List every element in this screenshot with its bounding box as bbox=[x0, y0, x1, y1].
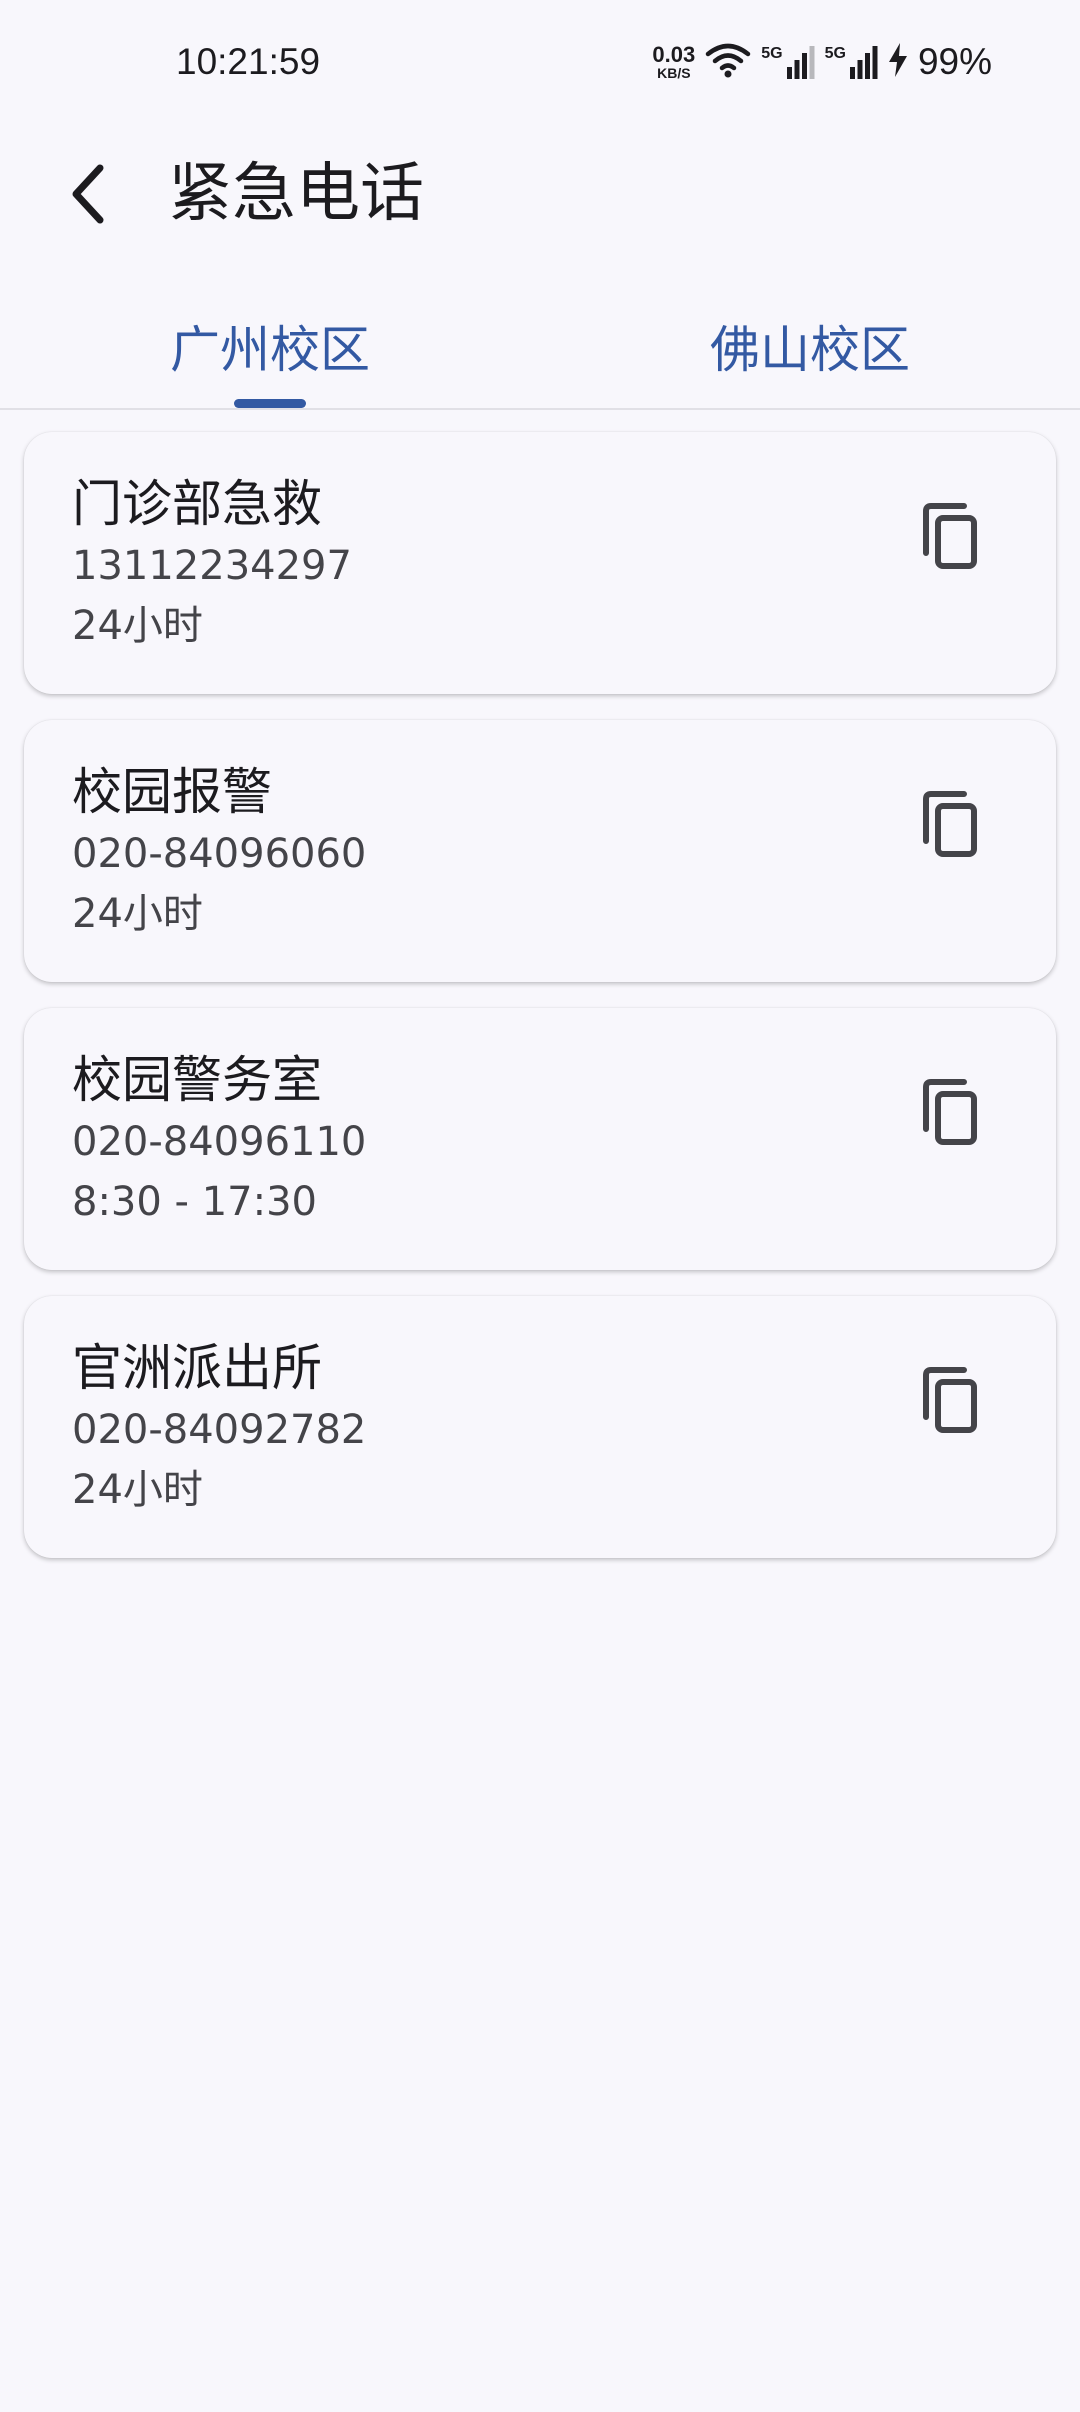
cell-signal-icon bbox=[786, 46, 815, 79]
tab-foshan[interactable]: 佛山校区 bbox=[540, 300, 1080, 408]
back-arrow-icon bbox=[72, 164, 104, 224]
copy-button[interactable] bbox=[910, 1072, 990, 1152]
contact-phone: 13112234297 bbox=[72, 543, 352, 589]
contact-name: 校园警务室 bbox=[72, 1051, 322, 1109]
status-time: 10:21:59 bbox=[176, 41, 321, 82]
back-button[interactable] bbox=[48, 154, 128, 234]
sim1-signal: 5G bbox=[761, 45, 815, 79]
network-speed: 0.03 KB/S bbox=[652, 42, 696, 81]
sim2-signal: 5G bbox=[825, 45, 878, 79]
contact-name: 校园报警 bbox=[72, 763, 272, 821]
contact-hours: 24小时 bbox=[72, 891, 203, 937]
tab-label: 广州校区 bbox=[170, 321, 370, 379]
tab-label: 佛山校区 bbox=[710, 321, 910, 379]
network-speed-value: 0.03 bbox=[652, 42, 696, 67]
contact-card[interactable]: 官洲派出所 020-84092782 24小时 bbox=[24, 1296, 1056, 1558]
contact-card[interactable]: 校园警务室 020-84096110 8:30 - 17:30 bbox=[24, 1008, 1056, 1270]
contact-hours: 8:30 - 17:30 bbox=[72, 1179, 317, 1225]
app-bar: 紧急电话 bbox=[0, 124, 1080, 264]
contact-phone: 020-84096060 bbox=[72, 831, 367, 877]
cell-signal-icon bbox=[849, 46, 878, 79]
contact-phone: 020-84092782 bbox=[72, 1407, 367, 1453]
contact-card[interactable]: 校园报警 020-84096060 24小时 bbox=[24, 720, 1056, 982]
sim1-network-type: 5G bbox=[761, 45, 783, 62]
copy-button[interactable] bbox=[910, 496, 990, 576]
tab-guangzhou[interactable]: 广州校区 bbox=[0, 300, 540, 408]
contact-phone: 020-84096110 bbox=[72, 1119, 367, 1165]
copy-button[interactable] bbox=[910, 784, 990, 864]
status-bar: 10:21:59 0.03 KB/S 5G 5G 99% bbox=[0, 0, 1080, 124]
contact-name: 官洲派出所 bbox=[72, 1339, 322, 1397]
copy-icon bbox=[923, 1079, 977, 1145]
contact-name: 门诊部急救 bbox=[72, 475, 322, 533]
network-speed-unit: KB/S bbox=[657, 65, 691, 81]
campus-tabs: 广州校区 佛山校区 bbox=[0, 300, 1080, 410]
wifi-icon bbox=[705, 42, 751, 82]
page-title: 紧急电话 bbox=[168, 157, 424, 231]
status-icons: 0.03 KB/S 5G 5G 99% bbox=[652, 36, 992, 88]
tab-selected-indicator bbox=[234, 399, 306, 408]
sim2-network-type: 5G bbox=[824, 45, 846, 62]
copy-button[interactable] bbox=[910, 1360, 990, 1440]
contact-hours: 24小时 bbox=[72, 1467, 203, 1513]
contact-card[interactable]: 门诊部急救 13112234297 24小时 bbox=[24, 432, 1056, 694]
battery-level: 99% bbox=[917, 41, 992, 82]
charging-bolt-icon bbox=[888, 43, 908, 81]
copy-icon bbox=[923, 791, 977, 857]
copy-icon bbox=[923, 503, 977, 569]
contact-list: 门诊部急救 13112234297 24小时 校园报警 020-84096060… bbox=[24, 432, 1056, 1584]
copy-icon bbox=[923, 1367, 977, 1433]
contact-hours: 24小时 bbox=[72, 603, 203, 649]
